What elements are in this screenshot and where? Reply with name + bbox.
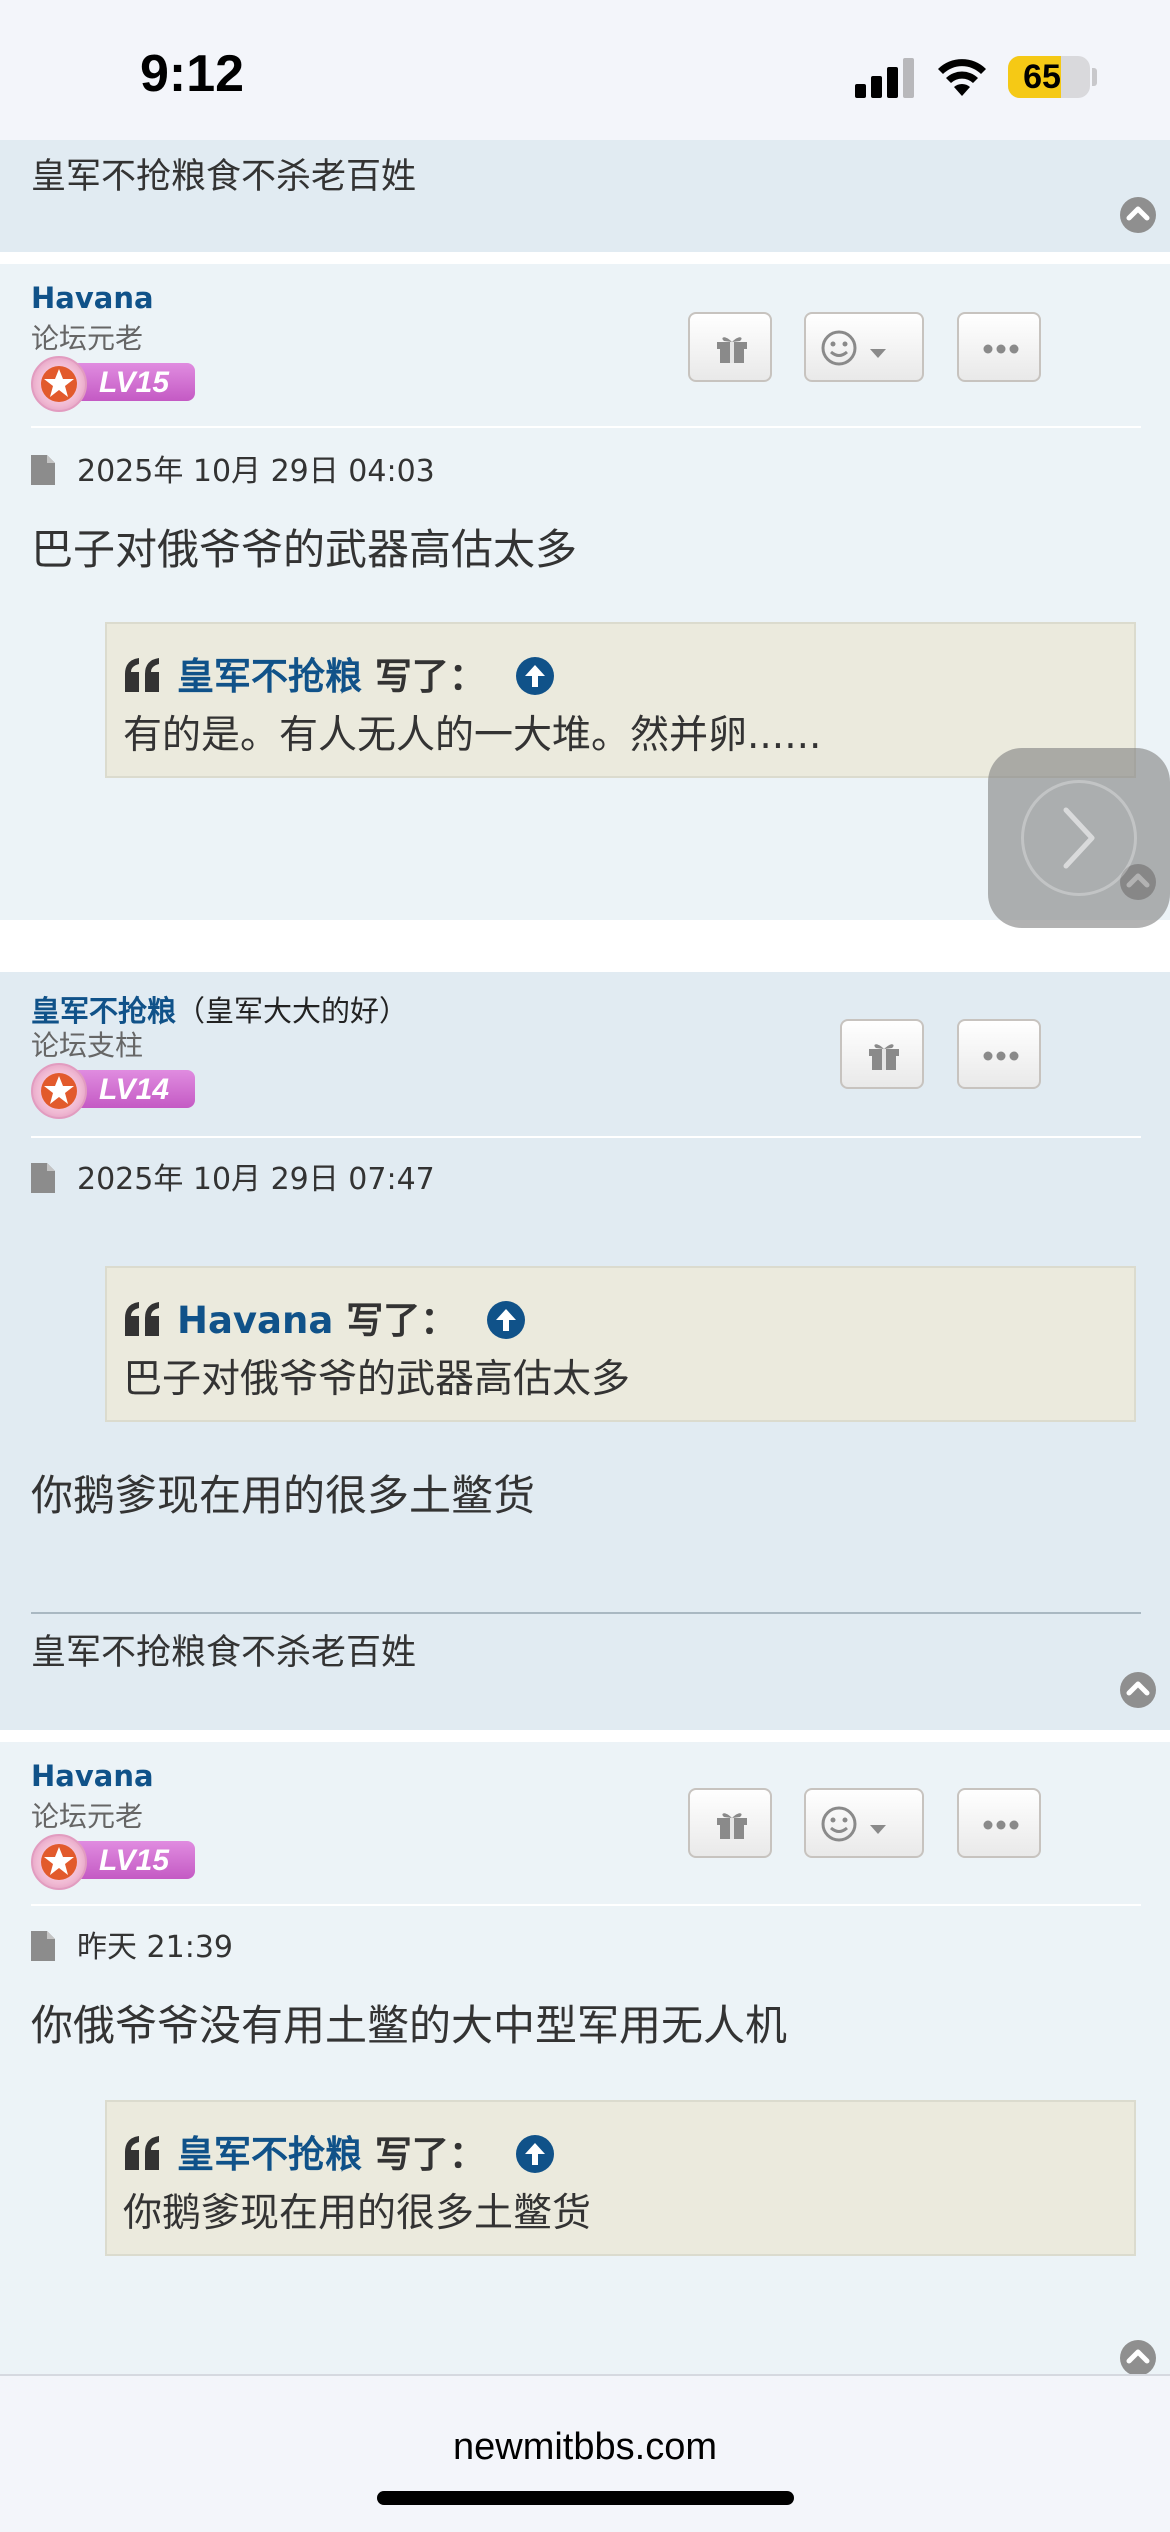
gift-icon xyxy=(869,1044,899,1070)
post: 皇军不抢粮（皇军大大的好） 论坛支柱 LV14 2025年 10月 29日 07… xyxy=(0,972,1170,1730)
post-date: 2025年 10月 29日 04:03 xyxy=(31,446,435,490)
more-icon xyxy=(983,344,1019,354)
battery-level: 65 xyxy=(1023,58,1061,96)
gift-button[interactable] xyxy=(840,1019,924,1089)
reaction-button[interactable] xyxy=(804,1788,924,1858)
go-to-quoted-post-icon[interactable] xyxy=(515,2135,554,2173)
user-rank: 论坛支柱 xyxy=(31,1029,144,1062)
gift-button[interactable] xyxy=(688,1788,772,1858)
cellular-signal-icon xyxy=(855,58,915,98)
quote-author[interactable]: Havana xyxy=(177,1299,333,1342)
more-icon xyxy=(983,1820,1019,1830)
star-icon xyxy=(31,1834,87,1890)
back-to-top-icon[interactable] xyxy=(1120,1672,1156,1708)
battery-icon: 65 xyxy=(1008,56,1090,98)
level-badge: LV14 xyxy=(31,1063,195,1119)
level-label: LV15 xyxy=(99,366,170,399)
post-separator xyxy=(0,1730,1170,1742)
battery-cap xyxy=(1092,68,1097,86)
quote-header: 皇军不抢粮 写了： xyxy=(123,2124,554,2178)
reaction-icon xyxy=(821,1806,886,1842)
level-label: LV14 xyxy=(99,1073,170,1106)
post-body: 你鹅爹现在用的很多土鳖货 xyxy=(31,1471,536,1520)
file-icon xyxy=(31,455,55,485)
gift-icon xyxy=(717,337,747,363)
quote-text: 巴子对俄爷爷的武器高估太多 xyxy=(123,1357,631,1402)
quote-author[interactable]: 皇军不抢粮 xyxy=(177,2133,362,2176)
level-badge: LV15 xyxy=(31,356,195,412)
quote-icon xyxy=(125,1302,159,1336)
post-signature: 皇军不抢粮食不杀老百姓 xyxy=(31,1633,417,1673)
gift-button[interactable] xyxy=(688,312,772,382)
back-to-top-icon[interactable] xyxy=(1120,197,1156,233)
post-fragment: 皇军不抢粮食不杀老百姓 xyxy=(0,140,1170,252)
post-body: 你俄爷爷没有用土鳖的大中型军用无人机 xyxy=(31,2001,788,2050)
post-date: 昨天 21:39 xyxy=(31,1922,233,1966)
go-to-quoted-post-icon[interactable] xyxy=(487,1301,526,1339)
reaction-icon xyxy=(821,330,886,366)
user-rank: 论坛元老 xyxy=(31,1800,144,1833)
back-to-top-icon[interactable] xyxy=(1120,2340,1156,2376)
go-to-quoted-post-icon[interactable] xyxy=(515,657,554,695)
post-divider xyxy=(31,426,1141,428)
post-separator xyxy=(0,252,1170,264)
file-icon xyxy=(31,1931,55,1961)
quote-text: 你鹅爹现在用的很多土鳖货 xyxy=(123,2191,592,2236)
quote-block: 皇军不抢粮 写了： 你鹅爹现在用的很多土鳖货 xyxy=(105,2100,1136,2256)
post-author[interactable]: Havana xyxy=(31,281,154,315)
quote-icon xyxy=(125,2136,159,2170)
post-divider xyxy=(31,1136,1141,1138)
user-rank: 论坛元老 xyxy=(31,322,144,355)
post-author[interactable]: Havana xyxy=(31,1759,154,1793)
reaction-button[interactable] xyxy=(804,312,924,382)
chevron-right-icon xyxy=(1063,807,1095,869)
address-bar[interactable]: newmitbbs.com xyxy=(0,2374,1170,2532)
quote-author[interactable]: 皇军不抢粮 xyxy=(177,655,362,698)
level-badge: LV15 xyxy=(31,1834,195,1890)
more-icon xyxy=(983,1051,1019,1061)
more-button[interactable] xyxy=(957,1788,1041,1858)
post-date: 2025年 10月 29日 07:47 xyxy=(31,1154,435,1198)
quote-text: 有的是。有人无人的一大堆。然并卵...... xyxy=(123,713,822,758)
wifi-icon xyxy=(938,59,986,96)
post-body: 巴子对俄爷爷的武器高估太多 xyxy=(31,525,578,574)
star-icon xyxy=(31,356,87,412)
level-label: LV15 xyxy=(99,1844,170,1877)
post: Havana 论坛元老 LV15 昨天 21:39 你俄爷爷没有用土鳖的大中型军… xyxy=(0,1742,1170,2376)
quote-header: Havana 写了： xyxy=(123,1290,526,1344)
quote-header: 皇军不抢粮 写了： xyxy=(123,646,554,700)
status-time: 9:12 xyxy=(140,45,245,103)
url-text[interactable]: newmitbbs.com xyxy=(0,2426,1170,2469)
more-button[interactable] xyxy=(957,1019,1041,1089)
status-bar: 9:12 65 xyxy=(0,0,1170,140)
more-button[interactable] xyxy=(957,312,1041,382)
signature-divider xyxy=(31,1612,1141,1614)
quote-block: Havana 写了： 巴子对俄爷爷的武器高估太多 xyxy=(105,1266,1136,1422)
home-indicator[interactable] xyxy=(377,2491,794,2505)
star-icon xyxy=(31,1063,87,1119)
file-icon xyxy=(31,1163,55,1193)
forward-gesture-button[interactable] xyxy=(988,748,1170,928)
post-divider xyxy=(31,1904,1141,1906)
gift-icon xyxy=(717,1813,747,1839)
quote-block: 皇军不抢粮 写了： 有的是。有人无人的一大堆。然并卵...... xyxy=(105,622,1136,778)
post-separator xyxy=(0,920,1170,972)
post-signature: 皇军不抢粮食不杀老百姓 xyxy=(31,157,417,197)
quote-icon xyxy=(125,658,159,692)
